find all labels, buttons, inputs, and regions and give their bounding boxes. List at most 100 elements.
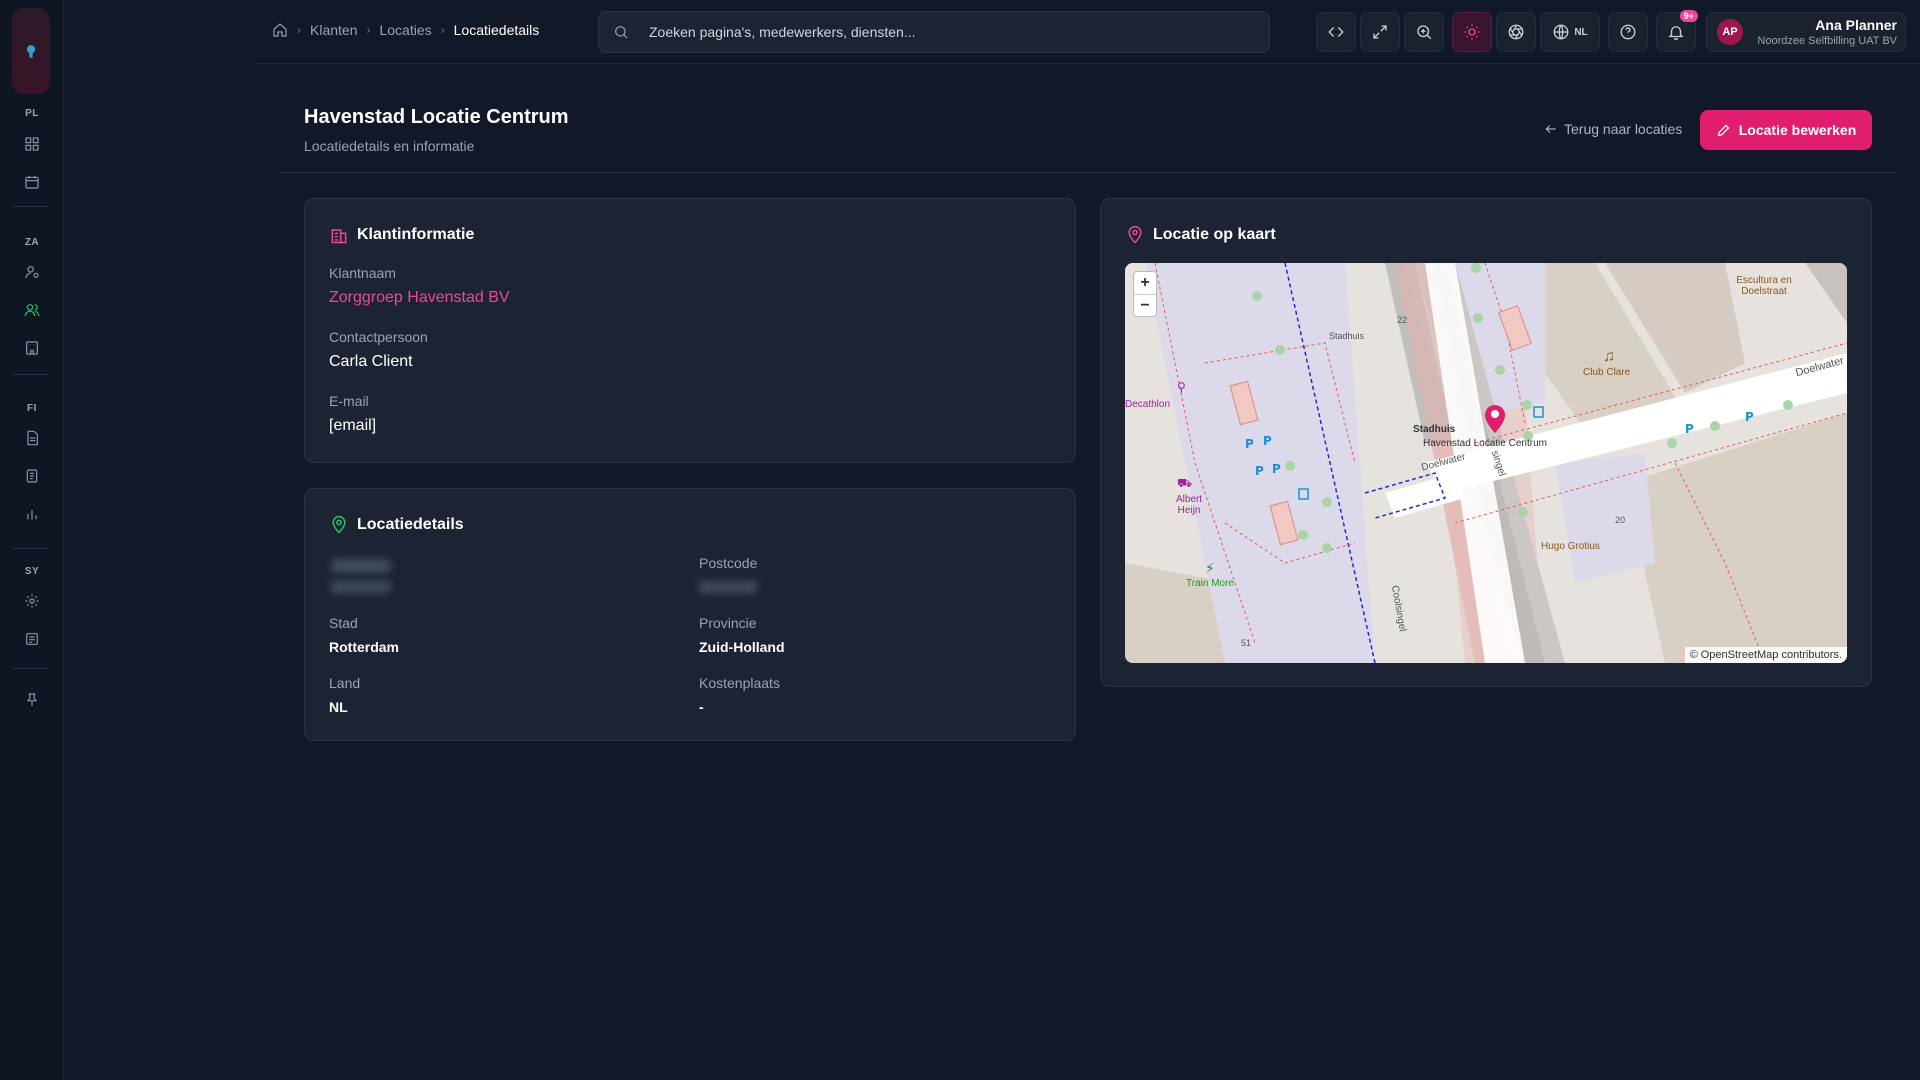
client-card-title: Klantinformatie (329, 225, 474, 245)
sidebar-divider (12, 668, 48, 669)
clients-icon[interactable] (20, 298, 44, 322)
map-pin-icon (332, 515, 346, 534)
sidebar-divider (12, 374, 48, 375)
breadcrumb-separator: › (440, 23, 445, 37)
breadcrumb-separator: › (297, 23, 301, 37)
zoom-out-button[interactable]: − (1134, 294, 1156, 316)
client-card-title-text: Klantinformatie (357, 226, 475, 243)
dashboard-icon[interactable] (20, 132, 44, 156)
zoom-in-icon (1417, 25, 1432, 40)
breadcrumb-current: Locatiedetails (453, 22, 540, 38)
map-label-stadhuis: Stadhuis (1413, 424, 1456, 435)
zoom-in-button[interactable]: + (1134, 272, 1156, 294)
home-icon[interactable] (272, 22, 288, 38)
breadcrumb: › Klanten › Locaties › Locatiedetails (272, 22, 539, 38)
svg-text:⚡: ⚡ (1205, 560, 1215, 576)
invoice-icon[interactable] (20, 426, 44, 450)
pin-icon[interactable] (20, 688, 44, 712)
svg-text:P: P (1245, 437, 1254, 451)
receipt-icon[interactable] (20, 464, 44, 488)
svg-text:♫: ♫ (1603, 348, 1615, 365)
sidebar-section-za: ZA (24, 237, 40, 248)
aperture-button[interactable] (1496, 12, 1536, 52)
svg-text:⚲: ⚲ (1177, 380, 1186, 394)
address-label-redacted (331, 559, 391, 573)
language-label: NL (1574, 26, 1588, 38)
map-zoom-controls: + − (1133, 271, 1157, 317)
map-card-title: Locatie op kaart (1125, 225, 1276, 245)
help-icon (1620, 24, 1636, 40)
svg-text:P: P (1745, 410, 1754, 424)
bell-icon (1668, 26, 1684, 41)
svg-text:⛟: ⛟ (1177, 476, 1192, 490)
chart-icon[interactable] (20, 502, 44, 526)
back-link-label: Terug naar locaties (1564, 121, 1683, 137)
map-card: Locatie op kaart P P P P P P ♫ ⚲ ⛟ ⚡ Doe… (1100, 198, 1872, 687)
location-details-card: Locatiedetails Postcode Stad Rotterdam P… (304, 488, 1076, 741)
expand-icon (1373, 25, 1387, 39)
city-label: Stad (329, 615, 358, 631)
map-tiles: PP PP PP ♫ ⚲ ⛟ ⚡ (1125, 263, 1847, 663)
map-label-hugo-grotius: Hugo Grotius (1541, 541, 1600, 552)
user-menu[interactable]: AP Ana Planner Noordzee Selfbilling UAT … (1706, 12, 1906, 52)
location-card-title-text: Locatiedetails (357, 516, 464, 533)
postcode-label: Postcode (699, 555, 758, 571)
breadcrumb-separator: › (366, 23, 371, 37)
svg-text:P: P (1685, 422, 1694, 436)
avatar: AP (1717, 19, 1743, 45)
app-logo[interactable] (12, 8, 50, 94)
client-info-card: Klantinformatie Klantnaam Zorggroep Have… (304, 198, 1076, 463)
cost-center-label: Kostenplaats (699, 675, 780, 691)
globe-icon (1553, 24, 1569, 40)
user-settings-icon[interactable] (20, 260, 44, 284)
svg-text:P: P (1263, 434, 1272, 448)
email-label: E-mail (329, 393, 369, 409)
help-button[interactable] (1608, 12, 1648, 52)
map-attribution[interactable]: © OpenStreetMap contributors. (1684, 647, 1847, 663)
log-icon[interactable] (20, 627, 44, 651)
svg-text:P: P (1272, 462, 1281, 476)
province-value: Zuid-Holland (699, 639, 785, 655)
location-map[interactable]: PP PP PP ♫ ⚲ ⛟ ⚡ Doelwater Doelwater sin… (1125, 263, 1847, 663)
contact-label: Contactpersoon (329, 329, 428, 345)
edit-location-button[interactable]: Locatie bewerken (1700, 110, 1872, 150)
calendar-icon[interactable] (20, 170, 44, 194)
map-pin-icon (1128, 225, 1142, 244)
map-label-train-more: Train More (1186, 578, 1234, 589)
fullscreen-button[interactable] (1360, 12, 1400, 52)
back-to-locations-link[interactable]: Terug naar locaties (1544, 121, 1682, 137)
client-name-link[interactable]: Zorggroep Havenstad BV (329, 289, 510, 307)
building-icon (331, 229, 347, 244)
province-label: Provincie (699, 615, 757, 631)
search-input[interactable]: Zoeken pagina's, medewerkers, diensten..… (598, 11, 1270, 53)
breadcrumb-klanten[interactable]: Klanten (310, 22, 357, 38)
top-bar: › Klanten › Locaties › Locatiedetails Zo… (256, 0, 1920, 64)
zoom-button[interactable] (1404, 12, 1444, 52)
collapse-sidebar-button[interactable] (1316, 12, 1356, 52)
location-card-title: Locatiedetails (329, 515, 464, 535)
arrow-left-icon (1545, 125, 1556, 133)
notifications-button[interactable]: 9+ (1656, 10, 1698, 52)
map-label-club-clare: Club Clare (1583, 367, 1631, 378)
user-info: Ana Planner Noordzee Selfbilling UAT BV (1755, 17, 1897, 47)
edit-button-label: Locatie bewerken (1738, 122, 1857, 138)
search-icon (615, 26, 628, 39)
client-name-label: Klantnaam (329, 265, 396, 281)
theme-toggle-button[interactable] (1452, 12, 1492, 52)
logo-icon (26, 45, 36, 58)
page-subtitle: Locatiedetails en informatie (304, 138, 475, 154)
gear-icon[interactable] (20, 589, 44, 613)
city-value: Rotterdam (329, 639, 400, 655)
page-title: Havenstad Locatie Centrum (304, 106, 569, 128)
buildings-icon[interactable] (20, 336, 44, 360)
notification-badge: 9+ (1679, 10, 1698, 22)
map-label-stadhuis-small: Stadhuis (1329, 331, 1365, 341)
breadcrumb-locaties[interactable]: Locaties (379, 22, 431, 38)
map-label-house-51: 51 (1241, 638, 1252, 648)
country-value: NL (329, 699, 348, 715)
country-label: Land (329, 675, 361, 691)
language-selector[interactable]: NL (1540, 12, 1600, 52)
cost-center-value: - (699, 699, 704, 715)
user-org: Noordzee Selfbilling UAT BV (1757, 35, 1897, 47)
aperture-icon (1508, 24, 1524, 40)
